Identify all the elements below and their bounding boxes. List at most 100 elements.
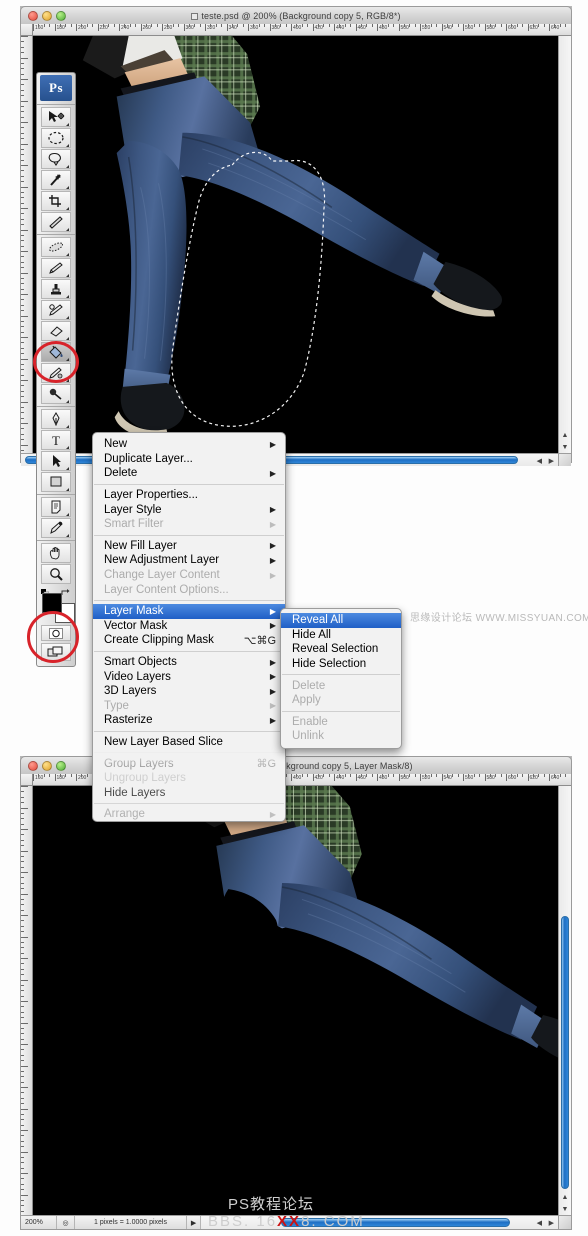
minimize-button[interactable] bbox=[42, 10, 52, 21]
type-tool[interactable]: T bbox=[41, 430, 71, 450]
scroll-down-arrow-bottom[interactable]: ▼ bbox=[559, 1206, 571, 1213]
eraser-tool[interactable] bbox=[41, 321, 71, 341]
zoom-button[interactable] bbox=[56, 10, 66, 21]
photoshop-document-window-bottom[interactable]: teste.psd @ 200% (Background copy 5, Lay… bbox=[20, 756, 572, 1230]
ruler-minor-tick bbox=[511, 774, 513, 777]
hand-tool[interactable] bbox=[41, 543, 71, 563]
layer-mask-submenu[interactable]: Reveal All Hide All Reveal Selection Hide S… bbox=[280, 608, 402, 749]
layer-context-menu[interactable]: New ▶ Duplicate Layer... Delete ▶ Layer Prope… bbox=[92, 432, 286, 822]
photoshop-document-window-top[interactable]: teste.psd @ 200% (Background copy 5, RGB… bbox=[20, 6, 572, 467]
dodge-tool[interactable] bbox=[41, 384, 71, 404]
quick-mask-mode-button[interactable] bbox=[41, 625, 71, 641]
menu-item-hide-layers[interactable]: Hide Layers bbox=[93, 785, 285, 800]
ruler-minor-tick bbox=[21, 1092, 24, 1094]
status-popup-arrow[interactable]: ▶ bbox=[187, 1216, 201, 1229]
menu-item-hide-all[interactable]: Hide All bbox=[281, 628, 401, 643]
vertical-scrollbar-top[interactable]: ▲ ▼ bbox=[558, 36, 571, 454]
resize-grip-top[interactable] bbox=[558, 453, 571, 467]
menu-item-vector-mask[interactable]: Vector Mask ▶ bbox=[93, 619, 285, 634]
scroll-up-arrow-top[interactable]: ▲ bbox=[559, 432, 571, 439]
menu-item-hide-selection[interactable]: Hide Selection bbox=[281, 657, 401, 672]
screen-mode-button[interactable] bbox=[41, 643, 71, 661]
ruler-minor-tick bbox=[21, 1199, 24, 1201]
ruler-minor-tick bbox=[414, 24, 416, 27]
zoom-button[interactable] bbox=[56, 760, 66, 771]
ruler-minor-tick bbox=[21, 191, 24, 193]
menu-item-video-layers[interactable]: Video Layers ▶ bbox=[93, 669, 285, 684]
zoom-level-field[interactable]: 200% bbox=[21, 1216, 57, 1229]
menu-item-smart-objects[interactable]: Smart Objects ▶ bbox=[93, 655, 285, 670]
lasso-tool[interactable] bbox=[41, 149, 71, 169]
status-menu-icon[interactable]: ◎ bbox=[57, 1216, 75, 1229]
crop-tool[interactable] bbox=[41, 191, 71, 211]
menu-item-layer-mask[interactable]: Layer Mask ▶ bbox=[93, 603, 285, 619]
menu-item-group-layers[interactable]: Group Layers ⌘G bbox=[93, 756, 285, 771]
menu-item-new-adjustment-layer[interactable]: New Adjustment Layer ▶ bbox=[93, 553, 285, 568]
blur-tool[interactable] bbox=[41, 363, 71, 383]
slice-tool[interactable] bbox=[41, 212, 71, 232]
traffic-lights-bottom[interactable] bbox=[28, 760, 66, 771]
menu-item-layer-properties[interactable]: Layer Properties... bbox=[93, 488, 285, 503]
menu-item-layer-style[interactable]: Layer Style ▶ bbox=[93, 502, 285, 517]
horizontal-scroll-thumb-bottom[interactable] bbox=[281, 1218, 510, 1227]
ruler-minor-tick bbox=[21, 52, 24, 54]
rectangle-shape-tool[interactable] bbox=[41, 472, 71, 492]
photoshop-toolbar[interactable]: Ps T bbox=[36, 72, 76, 667]
scroll-left-arrow-top[interactable]: ◀ bbox=[537, 457, 542, 465]
notes-tool[interactable] bbox=[41, 497, 71, 517]
scroll-right-arrow-bottom[interactable]: ▶ bbox=[549, 1219, 554, 1227]
magic-wand-tool[interactable] bbox=[41, 170, 71, 190]
healing-brush-tool[interactable] bbox=[41, 237, 71, 257]
ruler-minor-tick bbox=[559, 24, 561, 27]
scroll-right-arrow-top[interactable]: ▶ bbox=[549, 457, 554, 465]
menu-item-duplicate-layer[interactable]: Duplicate Layer... bbox=[93, 452, 285, 467]
brush-tool[interactable] bbox=[41, 258, 71, 278]
horizontal-scrollbar-bottom[interactable]: ◀ ▶ bbox=[201, 1216, 558, 1229]
menu-item-delete[interactable]: Delete ▶ bbox=[93, 466, 285, 481]
close-button[interactable] bbox=[28, 760, 38, 771]
minimize-button[interactable] bbox=[42, 760, 52, 771]
menu-item-new[interactable]: New ▶ bbox=[93, 437, 285, 452]
vertical-scroll-thumb-bottom[interactable] bbox=[561, 916, 569, 1189]
menu-item-new-layer-based-slice[interactable]: New Layer Based Slice bbox=[93, 735, 285, 750]
scroll-left-arrow-bottom[interactable]: ◀ bbox=[537, 1219, 542, 1227]
canvas-bottom[interactable] bbox=[33, 786, 558, 1215]
title-bar-top[interactable]: teste.psd @ 200% (Background copy 5, RGB… bbox=[20, 6, 572, 24]
path-selection-tool[interactable] bbox=[41, 451, 71, 471]
horizontal-ruler-top[interactable]: 160 180 200 220 240 260 280 300 320 340 360 380 400 4… bbox=[33, 24, 571, 36]
move-tool[interactable] bbox=[41, 107, 71, 127]
menu-item-new-fill-layer[interactable]: New Fill Layer ▶ bbox=[93, 539, 285, 554]
scroll-down-arrow-top[interactable]: ▼ bbox=[559, 444, 571, 451]
zoom-tool[interactable] bbox=[41, 564, 71, 584]
elliptical-marquee-tool[interactable] bbox=[41, 128, 71, 148]
vertical-scrollbar-bottom[interactable]: ▲ ▼ bbox=[558, 786, 571, 1215]
vertical-ruler-top[interactable] bbox=[21, 36, 33, 454]
traffic-lights-top[interactable] bbox=[28, 10, 66, 21]
ruler-minor-tick bbox=[21, 396, 24, 398]
resize-grip-bottom[interactable] bbox=[558, 1215, 571, 1229]
menu-item-reveal-selection[interactable]: Reveal Selection bbox=[281, 642, 401, 657]
ruler-minor-tick bbox=[382, 24, 384, 27]
pen-tool[interactable] bbox=[41, 409, 71, 429]
menu-item-label: Delete bbox=[292, 679, 326, 692]
history-brush-tool[interactable] bbox=[41, 300, 71, 320]
scroll-up-arrow-bottom[interactable]: ▲ bbox=[559, 1194, 571, 1201]
close-button[interactable] bbox=[28, 10, 38, 21]
menu-item-reveal-all[interactable]: Reveal All bbox=[281, 613, 401, 628]
menu-item-rasterize[interactable]: Rasterize ▶ bbox=[93, 713, 285, 728]
paint-bucket-tool[interactable] bbox=[41, 342, 71, 362]
ruler-minor-tick bbox=[430, 774, 432, 777]
ruler-minor-tick bbox=[489, 774, 491, 777]
color-swatches[interactable] bbox=[41, 589, 75, 623]
ruler-minor-tick bbox=[49, 24, 51, 27]
foreground-color-swatch[interactable] bbox=[42, 593, 62, 613]
canvas-top[interactable] bbox=[33, 36, 558, 454]
clone-stamp-tool[interactable] bbox=[41, 279, 71, 299]
swap-colors-icon[interactable] bbox=[61, 589, 70, 598]
ruler-minor-tick bbox=[21, 353, 24, 355]
menu-item-create-clipping-mask[interactable]: Create Clipping Mask ⌥⌘G bbox=[93, 633, 285, 648]
eyedropper-tool[interactable] bbox=[41, 518, 71, 538]
ruler-tick bbox=[21, 294, 28, 295]
menu-item-3d-layers[interactable]: 3D Layers ▶ bbox=[93, 684, 285, 699]
vertical-ruler-bottom[interactable] bbox=[21, 786, 33, 1215]
